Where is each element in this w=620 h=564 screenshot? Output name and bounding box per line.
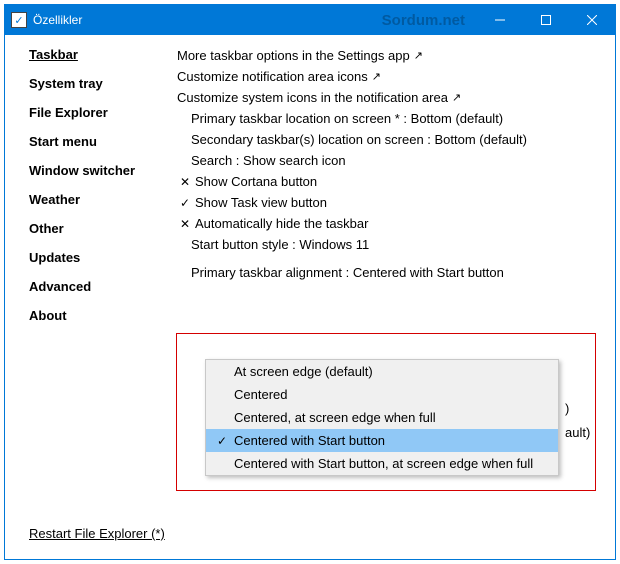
- link-customize-notification-icons[interactable]: Customize notification area icons ↗: [177, 66, 603, 87]
- maximize-button[interactable]: [523, 5, 569, 35]
- dropdown-item-label: Centered with Start button, at screen ed…: [234, 456, 533, 471]
- sidebar-item-file-explorer[interactable]: File Explorer: [29, 105, 177, 120]
- sidebar-item-about[interactable]: About: [29, 308, 177, 323]
- sidebar-item-other[interactable]: Other: [29, 221, 177, 236]
- app-icon: ✓: [11, 12, 27, 28]
- external-arrow-icon: ↗: [372, 70, 381, 83]
- link-customize-system-icons[interactable]: Customize system icons in the notificati…: [177, 87, 603, 108]
- row-start-button-style[interactable]: Start button style : Windows 11: [191, 234, 603, 255]
- sidebar-item-weather[interactable]: Weather: [29, 192, 177, 207]
- row-label: Show Task view button: [195, 195, 327, 210]
- dropdown-item-label: Centered: [234, 387, 287, 402]
- alignment-dropdown: At screen edge (default) Centered Center…: [205, 359, 559, 476]
- row-label: Search : Show search icon: [191, 153, 346, 168]
- dropdown-item-centered[interactable]: Centered: [206, 383, 558, 406]
- row-label: Primary taskbar location on screen * : B…: [191, 111, 503, 126]
- row-show-task-view[interactable]: ✓ Show Task view button: [177, 192, 603, 213]
- link-label: More taskbar options in the Settings app: [177, 48, 410, 63]
- check-icon: ✓: [177, 196, 193, 210]
- row-label: Show Cortana button: [195, 174, 317, 189]
- row-secondary-taskbar-location[interactable]: Secondary taskbar(s) location on screen …: [191, 129, 603, 150]
- sidebar-item-taskbar[interactable]: Taskbar: [29, 47, 177, 62]
- dropdown-item-label: Centered, at screen edge when full: [234, 410, 436, 425]
- content: Taskbar System tray File Explorer Start …: [5, 35, 615, 559]
- check-icon: ✓: [210, 434, 234, 448]
- sidebar-item-system-tray[interactable]: System tray: [29, 76, 177, 91]
- titlebar: ✓ Özellikler Sordum.net: [5, 5, 615, 35]
- sidebar-item-window-switcher[interactable]: Window switcher: [29, 163, 177, 178]
- row-label: Primary taskbar alignment : Centered wit…: [191, 265, 504, 280]
- row-label: Automatically hide the taskbar: [195, 216, 368, 231]
- row-search[interactable]: Search : Show search icon: [191, 150, 603, 171]
- dropdown-item-centered-start-edge-full[interactable]: Centered with Start button, at screen ed…: [206, 452, 558, 475]
- dropdown-item-at-screen-edge[interactable]: At screen edge (default): [206, 360, 558, 383]
- link-more-taskbar-options[interactable]: More taskbar options in the Settings app…: [177, 45, 603, 66]
- row-auto-hide-taskbar[interactable]: ✕ Automatically hide the taskbar: [177, 213, 603, 234]
- cross-icon: ✕: [177, 217, 193, 231]
- external-arrow-icon: ↗: [452, 91, 461, 104]
- dropdown-item-centered-start[interactable]: ✓ Centered with Start button: [206, 429, 558, 452]
- peek-text: ault): [565, 425, 590, 440]
- close-button[interactable]: [569, 5, 615, 35]
- sidebar-item-updates[interactable]: Updates: [29, 250, 177, 265]
- watermark: Sordum.net: [382, 12, 465, 29]
- sidebar-item-advanced[interactable]: Advanced: [29, 279, 177, 294]
- minimize-button[interactable]: [477, 5, 523, 35]
- row-label: Start button style : Windows 11: [191, 237, 369, 252]
- row-primary-taskbar-location[interactable]: Primary taskbar location on screen * : B…: [191, 108, 603, 129]
- cross-icon: ✕: [177, 175, 193, 189]
- row-primary-taskbar-alignment[interactable]: Primary taskbar alignment : Centered wit…: [177, 261, 603, 284]
- dropdown-item-centered-edge-full[interactable]: Centered, at screen edge when full: [206, 406, 558, 429]
- peek-text: ): [565, 401, 569, 416]
- restart-file-explorer-link[interactable]: Restart File Explorer (*): [29, 526, 165, 541]
- footer: Restart File Explorer (*): [29, 526, 165, 541]
- row-label: Secondary taskbar(s) location on screen …: [191, 132, 527, 147]
- sidebar-item-start-menu[interactable]: Start menu: [29, 134, 177, 149]
- row-show-cortana[interactable]: ✕ Show Cortana button: [177, 171, 603, 192]
- sidebar: Taskbar System tray File Explorer Start …: [29, 45, 177, 549]
- dropdown-item-label: Centered with Start button: [234, 433, 385, 448]
- window-controls: [477, 5, 615, 35]
- window-title: Özellikler: [33, 13, 82, 27]
- dropdown-item-label: At screen edge (default): [234, 364, 373, 379]
- link-label: Customize notification area icons: [177, 69, 368, 84]
- external-arrow-icon: ↗: [414, 49, 423, 62]
- window: ✓ Özellikler Sordum.net Taskbar System t…: [4, 4, 616, 560]
- link-label: Customize system icons in the notificati…: [177, 90, 448, 105]
